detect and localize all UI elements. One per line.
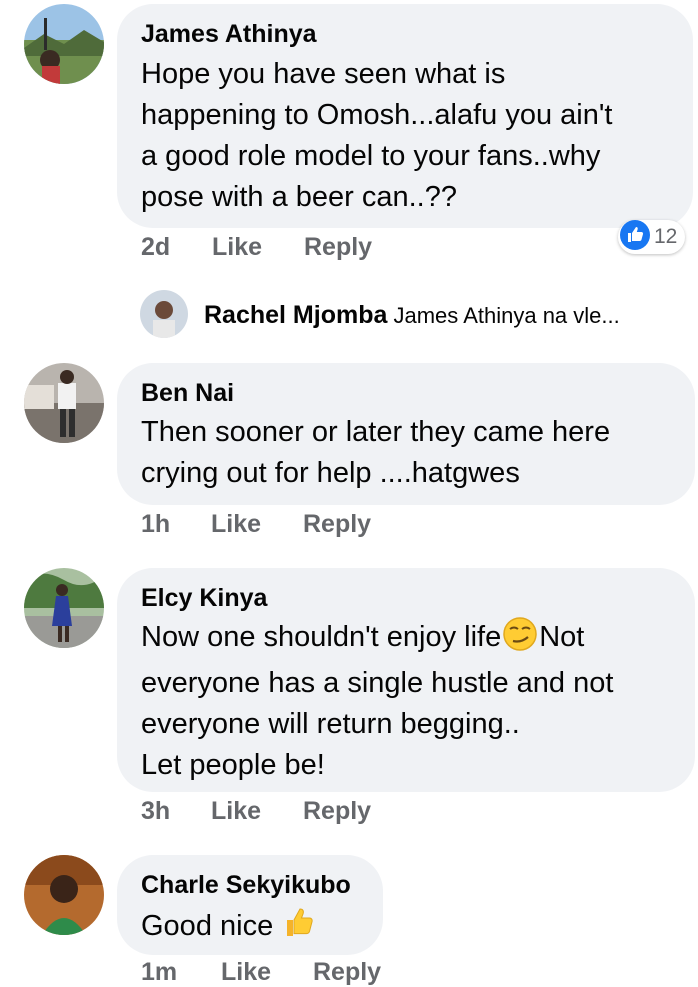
comment-text: Hope you have seen what is happening to … (141, 54, 612, 218)
comment-text: Then sooner or later they came here cryi… (141, 412, 610, 494)
comment-text-segment: Not (539, 621, 585, 653)
comment-text-line: Hope you have seen what is (141, 58, 506, 90)
comment-text-line: pose with a beer can..?? (141, 181, 457, 213)
comment-author[interactable]: Charle Sekyikubo (141, 871, 351, 900)
comment-time[interactable]: 1h (141, 510, 170, 539)
comment-text: Good nice (141, 904, 317, 952)
avatar[interactable] (24, 363, 104, 443)
comment-text-line: a good role model to your fans..why (141, 140, 601, 172)
comment-text-line: Let people be! (141, 749, 325, 781)
reply-text: James Athinya na vle... (393, 303, 620, 328)
thumbs-up-emoji-icon (281, 904, 317, 952)
comment-text-segment: Now one shouldn't enjoy life (141, 621, 502, 653)
avatar[interactable] (24, 4, 104, 84)
comment-text-line: Now one shouldn't enjoy life Not (141, 617, 613, 663)
comment-author[interactable]: Elcy Kinya (141, 584, 267, 613)
comment-author[interactable]: James Athinya (141, 20, 317, 49)
like-button[interactable]: Like (221, 958, 271, 987)
like-thumb-icon (620, 219, 650, 255)
comment-text-line: happening to Omosh...alafu you ain't (141, 99, 613, 131)
comment-text-segment: Good nice (141, 910, 274, 942)
comment-time[interactable]: 2d (141, 233, 170, 262)
reply-author[interactable]: Rachel Mjomba (204, 301, 387, 329)
avatar[interactable] (24, 568, 104, 648)
reply-button[interactable]: Reply (304, 233, 372, 262)
comment-text-line: Good nice (141, 904, 317, 952)
like-button[interactable]: Like (211, 510, 261, 539)
avatar[interactable] (140, 290, 188, 338)
reply-preview[interactable]: Rachel Mjomba James Athinya na vle... (204, 301, 620, 330)
like-button[interactable]: Like (212, 233, 262, 262)
comment-author[interactable]: Ben Nai (141, 379, 234, 408)
reply-button[interactable]: Reply (313, 958, 381, 987)
avatar[interactable] (24, 855, 104, 935)
comment-time[interactable]: 1m (141, 958, 177, 987)
comment-text-line: crying out for help ....hatgwes (141, 457, 520, 489)
reaction-count: 12 (654, 225, 678, 248)
reply-button[interactable]: Reply (303, 797, 371, 826)
reaction-badge[interactable]: 12 (618, 219, 686, 255)
comment-text-line: everyone has a single hustle and not (141, 667, 614, 699)
comment-text-line: Then sooner or later they came here (141, 416, 611, 448)
smirk-emoji-icon (501, 617, 539, 663)
comment-text-line: everyone will return begging.. (141, 708, 520, 740)
like-button[interactable]: Like (211, 797, 261, 826)
reply-button[interactable]: Reply (303, 510, 371, 539)
comment-time[interactable]: 3h (141, 797, 170, 826)
comment-text: Now one shouldn't enjoy life Not everyone… (141, 617, 613, 786)
